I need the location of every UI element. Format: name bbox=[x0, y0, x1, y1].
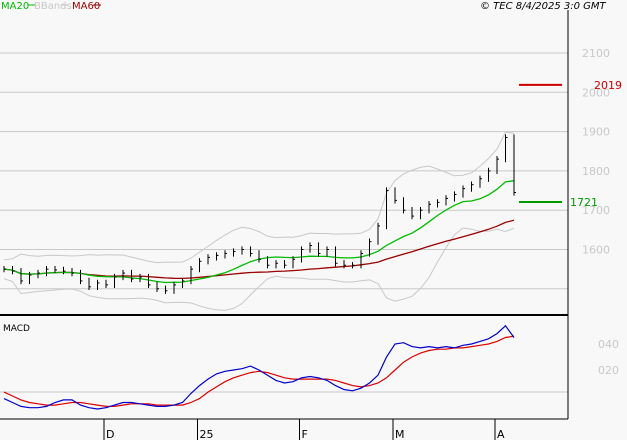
x-tick-label: M bbox=[395, 428, 405, 440]
high-price-label: 2019 bbox=[594, 79, 622, 92]
price-tick-label: 2100 bbox=[582, 47, 610, 60]
x-tick-label: F bbox=[302, 428, 308, 440]
x-tick-label: D bbox=[106, 428, 114, 440]
x-tick-label: A bbox=[497, 428, 505, 440]
last-price-label: 1721 bbox=[570, 196, 598, 209]
price-tick-label: 1800 bbox=[582, 165, 610, 178]
macd-tick-label: 020 bbox=[598, 364, 619, 377]
macd-panel-title: MACD bbox=[3, 324, 30, 334]
copyright-text: © TEC 8/4/2025 3:0 GMT bbox=[480, 1, 607, 12]
macd-line bbox=[3, 324, 515, 410]
bbands-lower-line bbox=[3, 227, 515, 311]
legend-ma20-label: MA20 bbox=[1, 1, 29, 12]
x-tick-label: 25 bbox=[200, 428, 214, 440]
legend-ma60-label: MA60 bbox=[72, 1, 100, 12]
price-tick-label: 1600 bbox=[582, 244, 610, 257]
macd-signal-line bbox=[3, 335, 515, 407]
legend-bbands-label: BBands bbox=[34, 1, 72, 12]
legend: MA20 BBands MA60 bbox=[1, 1, 101, 12]
stock-chart: MA20 BBands MA60 © TEC 8/4/2025 3:0 GMT … bbox=[0, 1, 622, 440]
price-tick-label: 1900 bbox=[582, 126, 610, 139]
macd-tick-label: 040 bbox=[598, 338, 619, 351]
